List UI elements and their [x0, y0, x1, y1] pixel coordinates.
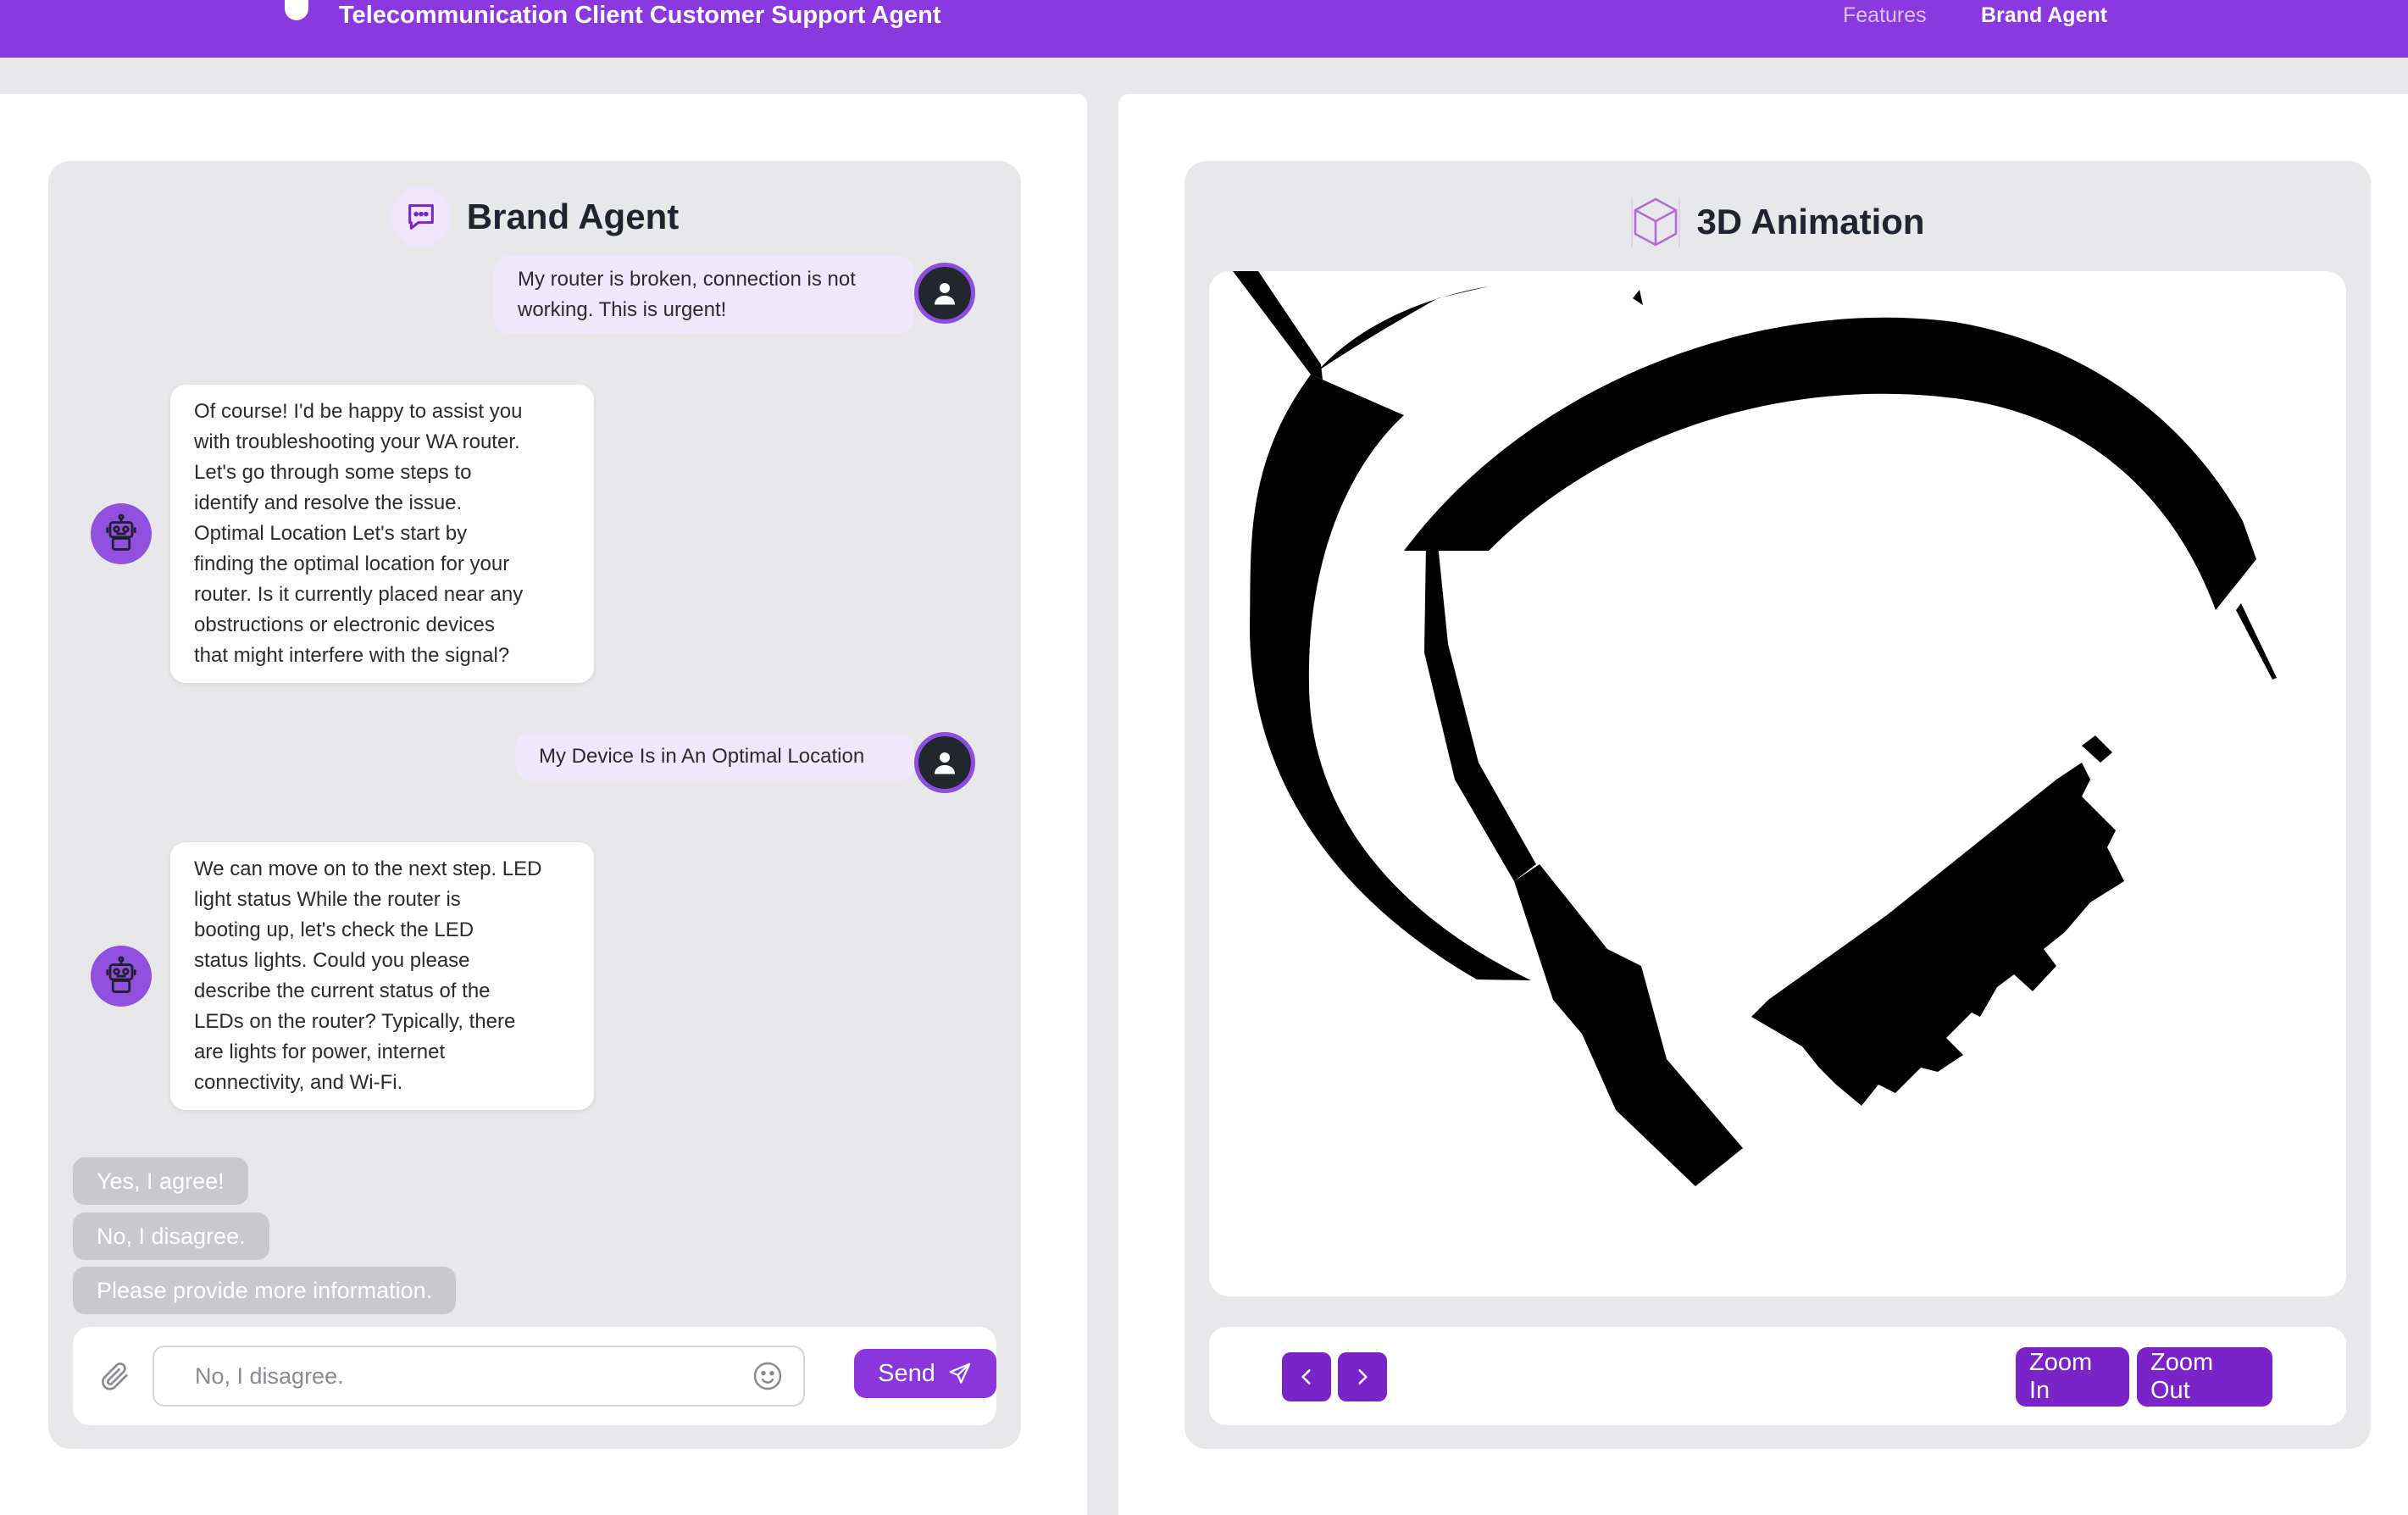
message-line: Optimal Location Let's start by: [194, 522, 468, 545]
paperclip-icon[interactable]: [98, 1359, 132, 1393]
previous-button[interactable]: [1282, 1352, 1331, 1401]
chat-bubble-icon: [390, 186, 452, 247]
message-line: router. Is it currently placed near any: [194, 583, 524, 606]
nav-link-features[interactable]: Features: [1843, 0, 1927, 31]
quick-reply-more-info[interactable]: Please provide more information.: [73, 1267, 457, 1314]
message-line: We can move on to the next step. LED: [194, 857, 542, 880]
chevron-left-icon: [1301, 1369, 1311, 1385]
animation-card: 3D Animation Zoom In Zoom Out: [1185, 161, 2371, 1449]
message-line: finding the optimal location for your: [194, 552, 510, 575]
message-line: My Device Is in An Optimal Location: [539, 745, 865, 768]
bot-avatar: [91, 503, 152, 564]
send-label: Send: [878, 1359, 935, 1387]
chat-input-bar: Send: [73, 1327, 996, 1425]
bot-message: We can move on to the next step. LED lig…: [170, 842, 594, 1110]
message-input[interactable]: [153, 1346, 805, 1407]
message-line: are lights for power, internet: [194, 1041, 446, 1063]
3d-viewport[interactable]: [1209, 271, 2346, 1296]
message-line: that might interfere with the signal?: [194, 644, 510, 667]
emoji-icon[interactable]: [751, 1359, 785, 1393]
animation-title: 3D Animation: [1696, 202, 1925, 241]
message-line: booting up, let's check the LED: [194, 918, 474, 941]
user-message: My router is broken, connection is not w…: [494, 256, 914, 334]
message-line: identify and resolve the issue.: [194, 491, 463, 514]
message-line: working. This is urgent!: [518, 298, 727, 321]
message-line: describe the current status of the: [194, 979, 491, 1002]
bot-message: Of course! I'd be happy to assist you wi…: [170, 385, 594, 683]
nav-link-brand-agent[interactable]: Brand Agent: [1981, 0, 2107, 31]
zoom-in-button[interactable]: Zoom In: [2016, 1347, 2129, 1407]
quick-reply-disagree[interactable]: No, I disagree.: [73, 1213, 269, 1260]
send-icon: [949, 1362, 971, 1384]
message-line: My router is broken, connection is not: [518, 268, 856, 291]
user-message: My Device Is in An Optimal Location: [515, 733, 914, 780]
message-line: Let's go through some steps to: [194, 461, 472, 484]
message-line: connectivity, and Wi-Fi.: [194, 1071, 403, 1094]
send-button[interactable]: Send: [854, 1349, 996, 1398]
user-avatar: [914, 732, 975, 793]
message-line: status lights. Could you please: [194, 949, 470, 972]
chat-card: Brand Agent My router is broken, connect…: [48, 161, 1021, 1449]
message-line: LEDs on the router? Typically, there: [194, 1010, 516, 1033]
router-model-render: [1233, 271, 2277, 1186]
chat-title: Brand Agent: [466, 197, 680, 236]
user-avatar: [914, 263, 975, 324]
zoom-out-button[interactable]: Zoom Out: [2137, 1347, 2272, 1407]
animation-controls: Zoom In Zoom Out: [1209, 1327, 2346, 1425]
message-line: light status While the router is: [194, 888, 461, 911]
app-title: Telecommunication Client Customer Suppor…: [339, 2, 941, 29]
logo-icon: [285, 0, 308, 20]
cube-icon: [1630, 194, 1681, 250]
message-line: obstructions or electronic devices: [194, 613, 495, 636]
next-button[interactable]: [1338, 1352, 1387, 1401]
quick-reply-agree[interactable]: Yes, I agree!: [73, 1157, 248, 1205]
chevron-right-icon: [1358, 1369, 1368, 1385]
chat-header: Brand Agent: [48, 186, 1021, 247]
message-line: Of course! I'd be happy to assist you: [194, 400, 523, 423]
message-line: with troubleshooting your WA router.: [194, 430, 520, 453]
bot-avatar: [91, 946, 152, 1007]
animation-header: 3D Animation: [1185, 191, 2371, 252]
top-nav-bar: Telecommunication Client Customer Suppor…: [0, 0, 2408, 58]
